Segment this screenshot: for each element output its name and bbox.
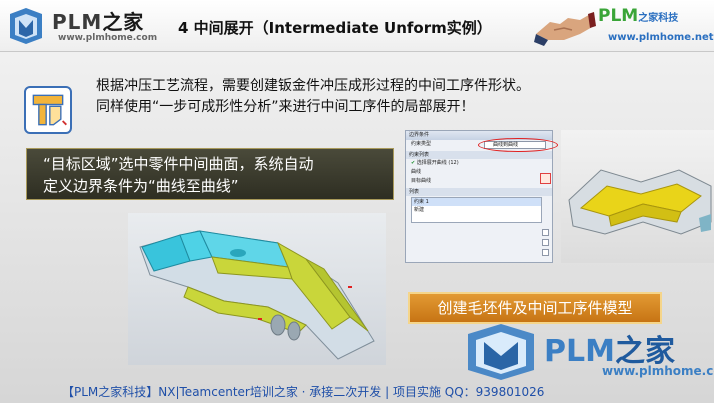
list-item-new[interactable]: 新建 bbox=[412, 206, 541, 214]
plm-home-watermark: PLM之家 www.plmhome.com bbox=[462, 322, 714, 382]
highlight-ellipse bbox=[478, 138, 558, 152]
target-curve-label: 目标曲线 bbox=[411, 178, 432, 184]
slide-title: 4 中间展开（Intermediate Unform实例） bbox=[178, 19, 492, 37]
constraint-type-label: 约束类型 bbox=[411, 141, 432, 147]
target-curve-row[interactable]: 目标曲线 bbox=[406, 177, 552, 186]
move-up-icon[interactable] bbox=[542, 239, 549, 246]
curve-row[interactable]: 曲线 bbox=[406, 168, 552, 177]
intro-line-1: 根据冲压工艺流程，需要创建钣金件冲压成形过程的中间工序件形状。 bbox=[96, 78, 530, 94]
constraint-list-section-header[interactable]: 约束列表 bbox=[406, 151, 552, 159]
logo-left-name: PLM之家 bbox=[52, 10, 145, 34]
intermediate-part-image bbox=[561, 130, 714, 263]
logo-left-url: www.plmhome.com bbox=[58, 33, 158, 43]
unform-tool-icon bbox=[24, 86, 72, 134]
delete-icon[interactable] bbox=[542, 229, 549, 236]
target-region-callout: “目标区域”选中零件中间曲面，系统自动 定义边界条件为“曲线至曲线” bbox=[26, 148, 394, 200]
select-curve-label: 选择展开曲线 (12) bbox=[416, 160, 459, 166]
create-blank-callout: 创建毛坯件及中间工序件模型 bbox=[408, 292, 662, 324]
select-curve-row[interactable]: ✔ 选择展开曲线 (12) bbox=[406, 159, 552, 168]
logo-right-url: www.plmhome.net bbox=[608, 32, 714, 43]
plm-box-logo-icon bbox=[10, 8, 42, 44]
intro-line-2: 同样使用“一步可成形性分析”来进行中间工序件的局部展开！ bbox=[96, 99, 475, 115]
plm-box-logo-large-icon bbox=[468, 324, 534, 380]
logo-right-name: PLM之家科技 bbox=[598, 6, 679, 26]
check-icon: ✔ bbox=[411, 160, 416, 166]
curve-row-label: 曲线 bbox=[411, 169, 422, 175]
constraint-type-row: 约束类型 曲线到曲线 bbox=[406, 138, 558, 152]
callout-line-1: “目标区域”选中零件中间曲面，系统自动 bbox=[43, 155, 314, 173]
list-section-header[interactable]: 列表 bbox=[406, 188, 552, 196]
watermark-url: www.plmhome.com bbox=[602, 364, 714, 378]
boundary-condition-dialog: 边界条件 约束类型 曲线到曲线 约束列表 ✔ 选择展开曲线 (12) 曲线 目标… bbox=[405, 130, 558, 263]
list-item-constraint-1[interactable]: 约束 1 bbox=[412, 198, 541, 206]
constraint-list[interactable]: 约束 1 新建 bbox=[411, 197, 542, 223]
plm-home-logo: PLM之家 www.plmhome.com bbox=[6, 4, 158, 48]
footer-text: 【PLM之家科技】NX|Teamcenter培训之家 · 承接二次开发 | 项目… bbox=[62, 385, 545, 399]
move-down-icon[interactable] bbox=[542, 249, 549, 256]
sheet-metal-part-image bbox=[128, 213, 386, 365]
callout-line-2: 定义边界条件为“曲线至曲线” bbox=[43, 177, 239, 195]
slide-header: PLM之家 www.plmhome.com 4 中间展开（Intermediat… bbox=[0, 0, 714, 52]
handshake-icon bbox=[534, 12, 596, 46]
intro-text: 根据冲压工艺流程，需要创建钣金件冲压成形过程的中间工序件形状。 同样使用“一步可… bbox=[96, 76, 696, 118]
